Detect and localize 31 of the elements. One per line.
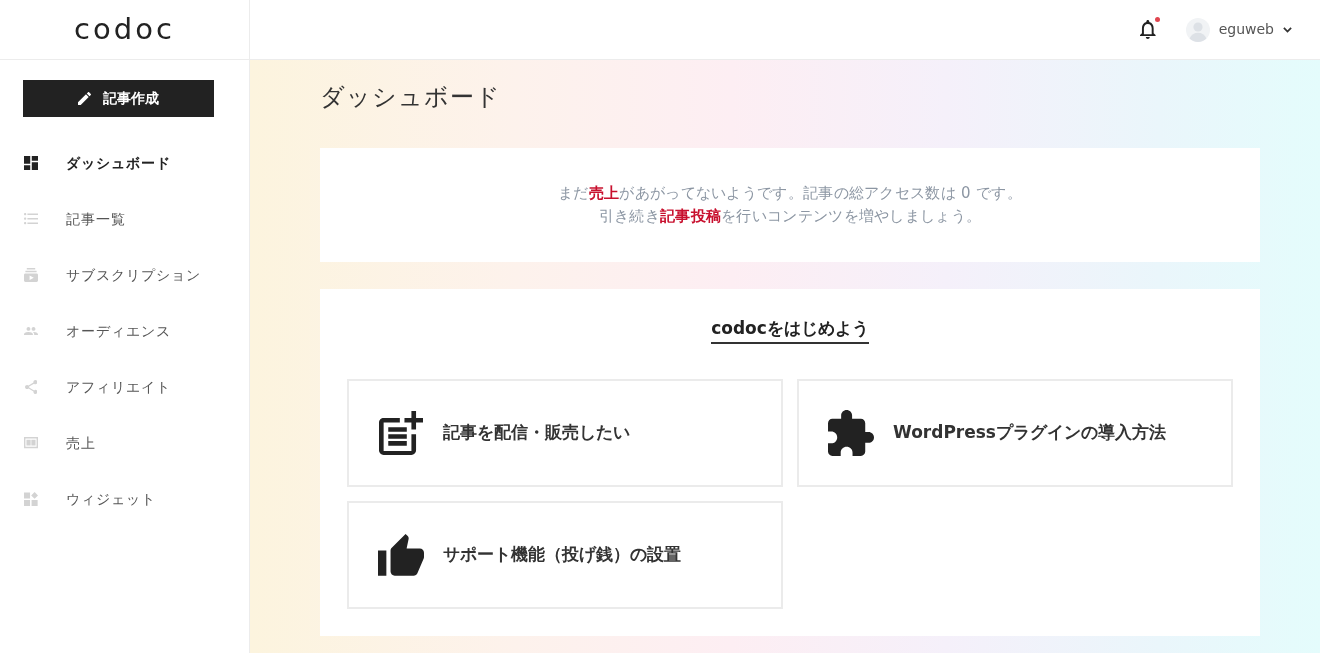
chevron-down-icon [1283,26,1292,33]
sidebar-item[interactable]: ダッシュボード [0,135,249,191]
section-title: codocをはじめよう [711,316,869,344]
sidebar-item[interactable]: 記事一覧 [0,191,249,247]
add-note-icon [379,411,423,455]
sidebar-item[interactable]: 売上 [0,415,249,471]
subscriptions-icon [24,268,38,282]
new-post-button[interactable]: 記事作成 [23,80,214,117]
list-icon [24,213,38,225]
widgets-icon [24,492,38,506]
logo[interactable]: codoc [74,15,175,44]
dashboard-icon [24,156,38,170]
notice-text: まだ売上があがってないようです。記事の総アクセス数は 0 です。 [558,183,1022,204]
guide-tile[interactable]: WordPressプラグインの導入方法 [797,379,1233,487]
sidebar-item[interactable]: アフィリエイト [0,359,249,415]
user-menu-button[interactable]: eguweb [1185,17,1292,42]
notifications-bell-icon[interactable] [1140,20,1156,39]
notice-text: 引き続き記事投稿を行いコンテンツを増やしましょう。 [598,206,982,227]
avatar-icon [1185,17,1210,42]
share-icon [24,380,38,394]
columns-icon [24,437,38,449]
pencil-icon [78,92,91,105]
sidebar-item[interactable]: サブスクリプション [0,247,249,303]
sidebar-item[interactable]: オーディエンス [0,303,249,359]
page-title: ダッシュボード [320,82,502,113]
thumbs-up-icon [378,533,424,577]
people-icon [24,326,38,336]
puzzle-icon [828,410,874,456]
guide-tile[interactable]: サポート機能（投げ銭）の設置 [347,501,783,609]
guide-tile[interactable]: 記事を配信・販売したい [347,379,783,487]
sidebar-item[interactable]: ウィジェット [0,471,249,527]
